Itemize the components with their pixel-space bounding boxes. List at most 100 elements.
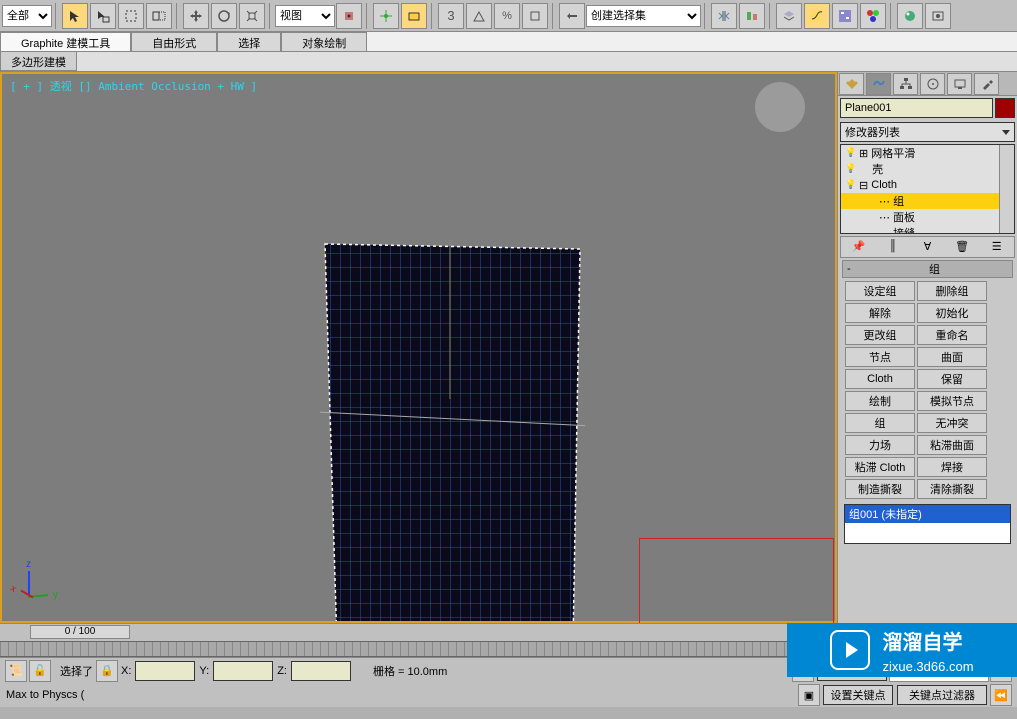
- btn-sim-node[interactable]: 模拟节点: [917, 391, 987, 411]
- prompt-icon[interactable]: ▣: [798, 684, 820, 706]
- display-tab-icon[interactable]: [947, 73, 972, 95]
- curve-editor-icon[interactable]: [804, 3, 830, 29]
- render-setup-icon[interactable]: [897, 3, 923, 29]
- btn-weld[interactable]: 焊接: [917, 457, 987, 477]
- lock-sel-icon[interactable]: 🔒: [96, 660, 118, 682]
- play-prev-icon[interactable]: ⏪: [990, 684, 1012, 706]
- show-endresult-icon[interactable]: ║: [883, 237, 903, 255]
- edit-named-sel-icon[interactable]: [559, 3, 585, 29]
- filter-select[interactable]: 全部: [2, 5, 52, 27]
- btn-forcefield[interactable]: 力场: [845, 435, 915, 455]
- keyfilter-btn[interactable]: 关键点过滤器: [897, 685, 987, 705]
- modifier-stack[interactable]: 💡⊞ 网格平滑 💡 壳 💡⊟ Cloth ⋯ 组 ⋯ 面板 ⋯ 接缝: [840, 144, 1015, 234]
- hierarchy-tab-icon[interactable]: [893, 73, 918, 95]
- x-label: X:: [121, 665, 131, 677]
- scale-tool-icon[interactable]: [239, 3, 265, 29]
- create-tab-icon[interactable]: [839, 73, 864, 95]
- command-panel: 修改器列表 💡⊞ 网格平滑 💡 壳 💡⊟ Cloth ⋯ 组 ⋯ 面板 ⋯ 接缝…: [837, 72, 1017, 623]
- group-list[interactable]: 组001 (未指定): [844, 504, 1011, 544]
- schematic-view-icon[interactable]: [832, 3, 858, 29]
- watermark-brand: 溜溜自学: [882, 626, 973, 655]
- btn-init[interactable]: 初始化: [917, 303, 987, 323]
- ribbon-subtabs: 多边形建模: [0, 52, 1017, 72]
- btn-del-group[interactable]: 删除组: [917, 281, 987, 301]
- keyboard-shortcut-icon[interactable]: [401, 3, 427, 29]
- modstack-scrollbar[interactable]: [999, 145, 1014, 233]
- btn-clear-tear[interactable]: 清除撕裂: [917, 479, 987, 499]
- mod-cloth-group[interactable]: ⋯ 组: [841, 193, 1014, 209]
- layers-icon[interactable]: [776, 3, 802, 29]
- rollout-header[interactable]: -组: [842, 260, 1013, 278]
- motion-tab-icon[interactable]: [920, 73, 945, 95]
- btn-sticky-surf[interactable]: 粘滞曲面: [917, 435, 987, 455]
- x-field[interactable]: [135, 661, 195, 681]
- percent-snap-icon[interactable]: %: [494, 3, 520, 29]
- named-sel-select[interactable]: 创建选择集: [586, 5, 701, 27]
- mesh-object-plane[interactable]: y x: [320, 239, 585, 623]
- mod-shell[interactable]: 💡 壳: [841, 161, 1014, 177]
- snap-3-icon[interactable]: 3: [438, 3, 464, 29]
- ref-coord-select[interactable]: 视图: [275, 5, 335, 27]
- select-region-icon[interactable]: [118, 3, 144, 29]
- configure-icon[interactable]: ☰: [987, 237, 1007, 255]
- window-crossing-icon[interactable]: [146, 3, 172, 29]
- material-editor-icon[interactable]: [860, 3, 886, 29]
- make-unique-icon[interactable]: ∀: [917, 237, 937, 255]
- selection-label: 选择了: [60, 663, 93, 679]
- use-pivot-icon[interactable]: [336, 3, 362, 29]
- tab-paint[interactable]: 对象绘制: [281, 32, 367, 51]
- rotate-tool-icon[interactable]: [211, 3, 237, 29]
- btn-preserve[interactable]: 保留: [917, 369, 987, 389]
- btn-rename[interactable]: 重命名: [917, 325, 987, 345]
- subtab-polymodel[interactable]: 多边形建模: [0, 52, 77, 71]
- remove-mod-icon[interactable]: 🗑: [952, 237, 972, 255]
- btn-node[interactable]: 节点: [845, 347, 915, 367]
- btn-set-group[interactable]: 设定组: [845, 281, 915, 301]
- viewport-perspective[interactable]: [ + ] 透视 [] Ambient Occlusion + HW ] y x: [0, 72, 837, 623]
- z-field[interactable]: [291, 661, 351, 681]
- time-slider-handle[interactable]: 0 / 100: [30, 625, 130, 639]
- script-icon[interactable]: 📜: [5, 660, 27, 682]
- modify-tab-icon[interactable]: [866, 73, 891, 95]
- object-color-swatch[interactable]: [995, 98, 1015, 118]
- ribbon-tabs: Graphite 建模工具 自由形式 选择 对象绘制: [0, 32, 1017, 52]
- btn-make-tear[interactable]: 制造撕裂: [845, 479, 915, 499]
- utilities-tab-icon[interactable]: [974, 73, 999, 95]
- render-frame-icon[interactable]: [925, 3, 951, 29]
- z-label: Z:: [277, 665, 287, 677]
- angle-snap-icon[interactable]: [466, 3, 492, 29]
- modifier-list-dropdown[interactable]: 修改器列表: [840, 122, 1015, 142]
- viewcube-icon[interactable]: [755, 82, 805, 132]
- btn-surface[interactable]: 曲面: [917, 347, 987, 367]
- tab-graphite[interactable]: Graphite 建模工具: [0, 32, 131, 51]
- group-list-item[interactable]: 组001 (未指定): [845, 505, 1010, 523]
- btn-cloth[interactable]: Cloth: [845, 369, 915, 389]
- mod-meshsmooth[interactable]: 💡⊞ 网格平滑: [841, 145, 1014, 161]
- btn-no-collide[interactable]: 无冲突: [917, 413, 987, 433]
- y-field[interactable]: [213, 661, 273, 681]
- btn-group[interactable]: 组: [845, 413, 915, 433]
- pin-stack-icon[interactable]: 📌: [848, 237, 868, 255]
- btn-sticky-cloth[interactable]: 粘滞 Cloth: [845, 457, 915, 477]
- setkey-btn[interactable]: 设置关键点: [823, 685, 893, 705]
- btn-change-group[interactable]: 更改组: [845, 325, 915, 345]
- mod-cloth-seam[interactable]: ⋯ 接缝: [841, 225, 1014, 234]
- select-name-icon[interactable]: [90, 3, 116, 29]
- lock-icon[interactable]: 🔓: [29, 660, 51, 682]
- align-icon[interactable]: [739, 3, 765, 29]
- mirror-icon[interactable]: [711, 3, 737, 29]
- mod-cloth-panel[interactable]: ⋯ 面板: [841, 209, 1014, 225]
- tab-selection[interactable]: 选择: [217, 32, 281, 51]
- bottom-bar: Max to Physcs ( ▣ 设置关键点 关键点过滤器 ⏪: [0, 683, 1017, 707]
- select-manipulate-icon[interactable]: [373, 3, 399, 29]
- spinner-snap-icon[interactable]: [522, 3, 548, 29]
- modstack-tools: 📌 ║ ∀ 🗑 ☰: [840, 236, 1015, 258]
- mod-cloth[interactable]: 💡⊟ Cloth: [841, 177, 1014, 193]
- move-tool-icon[interactable]: [183, 3, 209, 29]
- select-tool-icon[interactable]: [62, 3, 88, 29]
- btn-release[interactable]: 解除: [845, 303, 915, 323]
- tab-freeform[interactable]: 自由形式: [131, 32, 217, 51]
- btn-draw[interactable]: 绘制: [845, 391, 915, 411]
- object-name-input[interactable]: [840, 98, 993, 118]
- watermark-url: zixue.3d66.com: [882, 659, 973, 674]
